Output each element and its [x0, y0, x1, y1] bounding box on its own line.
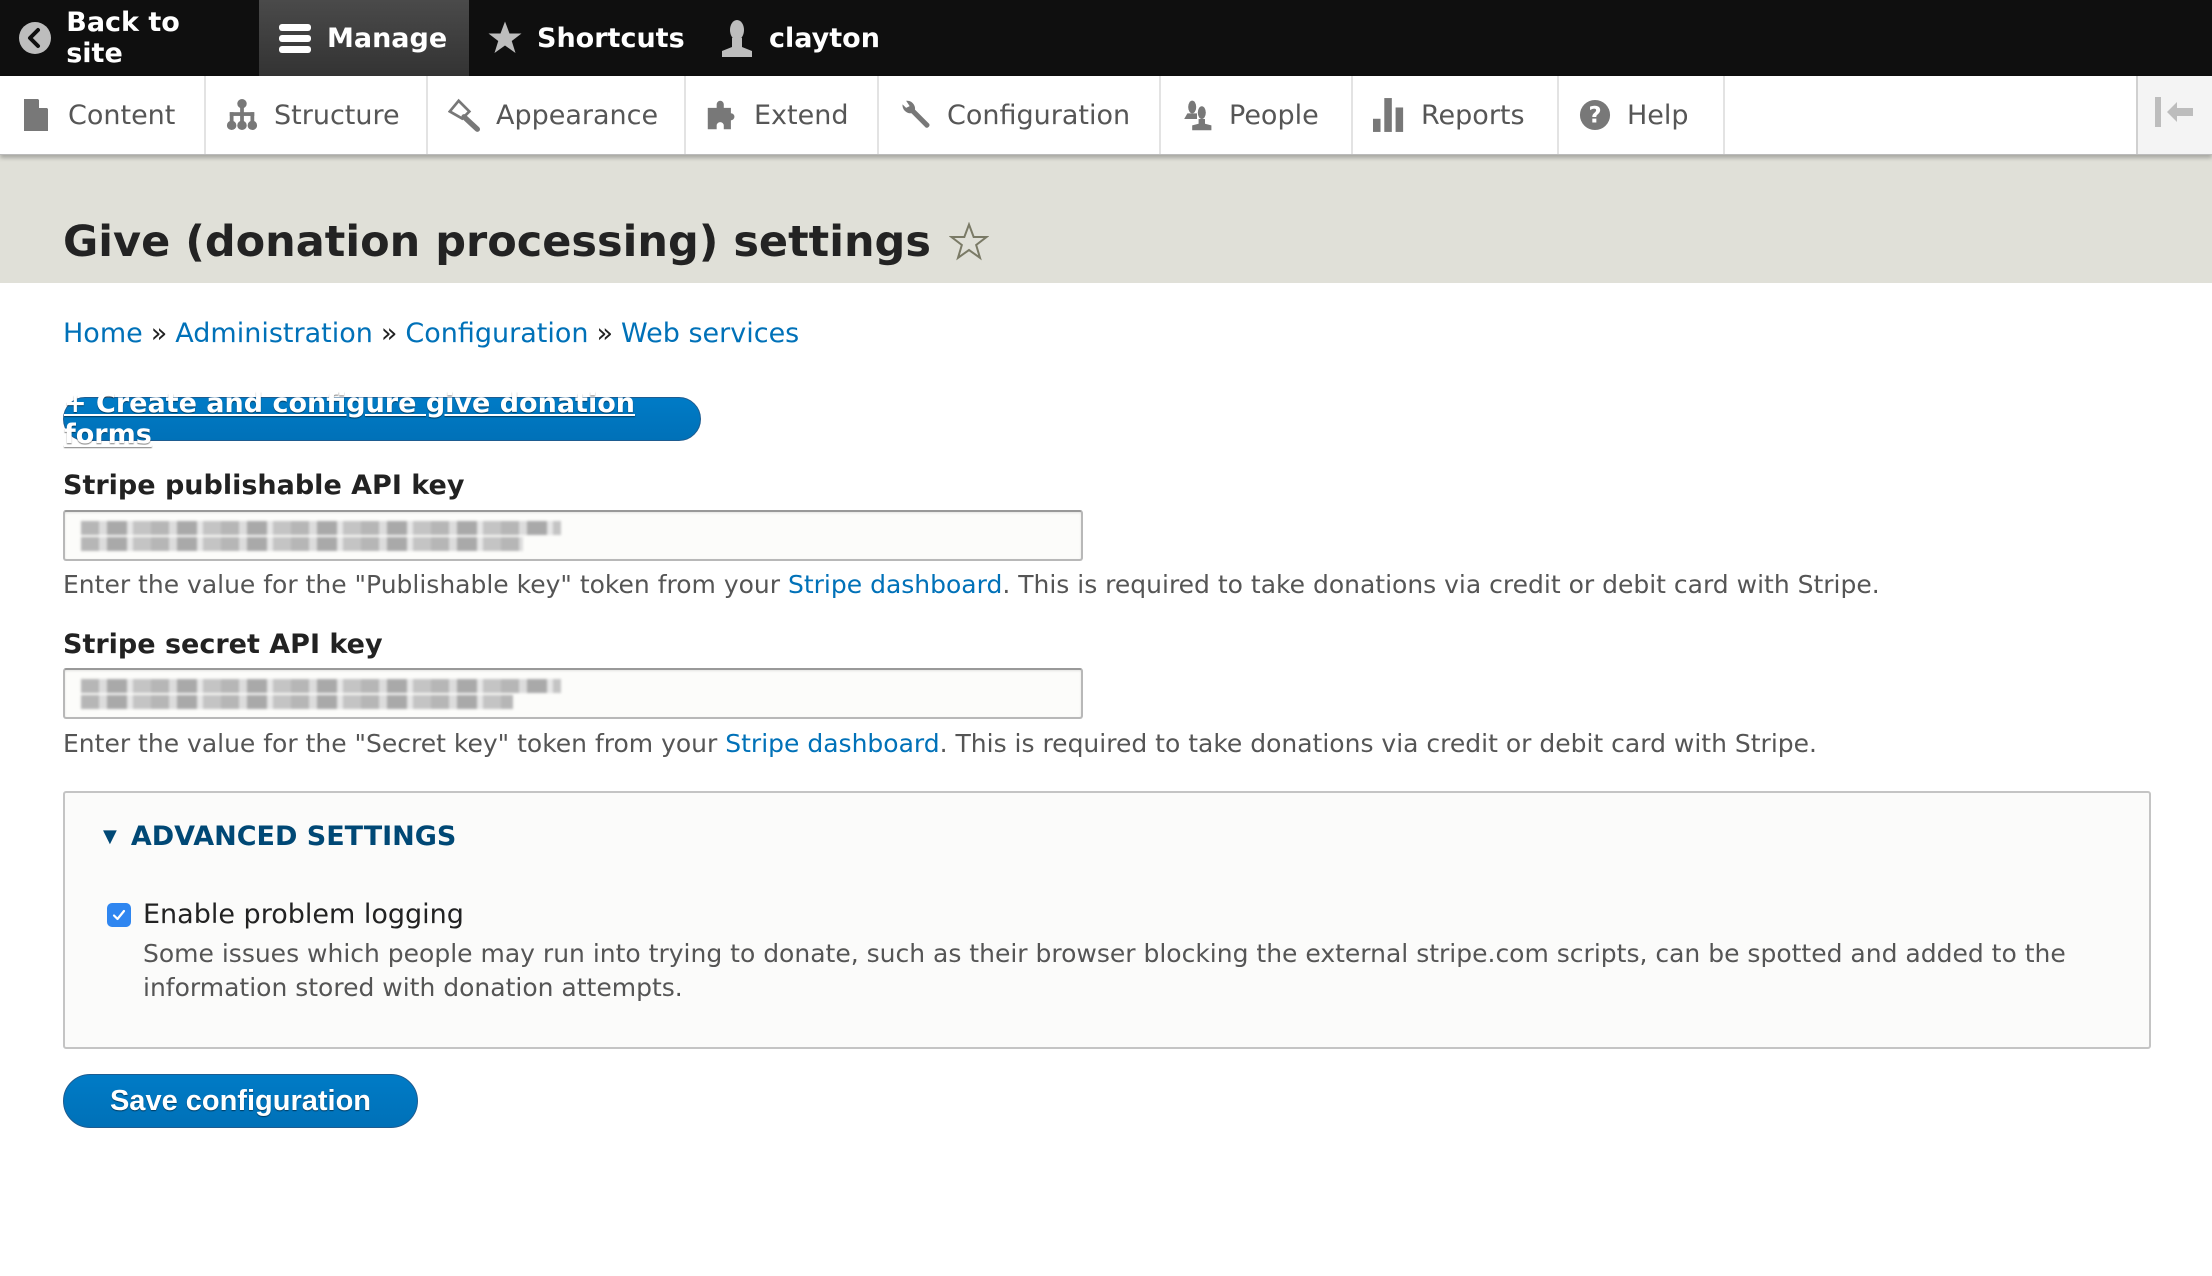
advanced-settings-legend: ADVANCED SETTINGS [130, 821, 457, 852]
create-donation-forms-button[interactable]: + Create and configure give donation for… [63, 388, 701, 450]
stripe-dashboard-link[interactable]: Stripe dashboard [725, 729, 939, 758]
problem-logging-description: Some issues which people may run into tr… [143, 939, 2066, 1002]
tray-item-label: Reports [1421, 99, 1525, 131]
publishable-key-input[interactable] [63, 510, 1083, 561]
user-tab[interactable]: clayton [701, 0, 902, 76]
shortcuts-label: Shortcuts [537, 22, 685, 54]
help-icon: ? [1579, 98, 1611, 132]
tray-item-label: Appearance [496, 99, 659, 131]
breadcrumb: Home» Administration» Configuration» Web se… [63, 318, 799, 349]
manage-tab[interactable]: Manage [259, 0, 469, 76]
breadcrumb-web-services[interactable]: Web services [621, 318, 799, 349]
redacted-value [81, 520, 561, 551]
tray-item-label: People [1229, 99, 1319, 131]
admin-toolbar: Back to site Manage Shortcuts clayton [0, 0, 2212, 76]
page-header: Give (donation processing) settings [0, 155, 2212, 283]
tray-item-label: Configuration [947, 99, 1131, 131]
advanced-settings-toggle[interactable]: ▼ ADVANCED SETTINGS [103, 821, 456, 852]
page-title-text: Give (donation processing) settings [63, 217, 931, 267]
admin-tray: Content Structure Appearance Extend Conf… [0, 76, 2212, 155]
breadcrumb-administration[interactable]: Administration [175, 318, 373, 349]
add-shortcut-star-icon[interactable] [948, 222, 989, 262]
secret-key-help: Enter the value for the "Secret key" tok… [63, 729, 1817, 758]
help-text: Enter the value for the "Secret key" tok… [63, 729, 726, 758]
svg-text:?: ? [1588, 103, 1601, 129]
breadcrumb-configuration[interactable]: Configuration [405, 318, 588, 349]
hamburger-menu-icon [277, 20, 313, 56]
user-icon [719, 20, 755, 57]
collapse-left-icon [2155, 97, 2195, 133]
problem-logging-row: Enable problem logging [107, 899, 464, 930]
tray-item-label: Help [1627, 99, 1689, 131]
save-configuration-button[interactable]: Save configuration [63, 1074, 418, 1128]
secret-key-input[interactable] [63, 668, 1083, 719]
publishable-key-label: Stripe publishable API key [63, 470, 465, 501]
help-text: Enter the value for the "Publishable key… [63, 570, 788, 599]
bar-chart-icon [1373, 98, 1405, 132]
tray-item-help[interactable]: ? Help [1559, 76, 1725, 154]
advanced-settings-fieldset: ▼ ADVANCED SETTINGS Enable problem loggi… [63, 791, 2151, 1049]
paintbrush-icon [448, 98, 480, 132]
publishable-key-help: Enter the value for the "Publishable key… [63, 570, 1880, 599]
tray-item-content[interactable]: Content [0, 76, 206, 154]
breadcrumb-separator: » [596, 318, 614, 349]
tray-item-appearance[interactable]: Appearance [428, 76, 686, 154]
user-label: clayton [769, 22, 880, 54]
problem-logging-label[interactable]: Enable problem logging [143, 899, 464, 930]
breadcrumb-separator: » [380, 318, 398, 349]
help-text: . This is required to take donations via… [1002, 570, 1880, 599]
tray-item-people[interactable]: People [1161, 76, 1353, 154]
people-icon [1181, 98, 1213, 132]
problem-logging-checkbox[interactable] [107, 902, 131, 927]
puzzle-icon [706, 98, 738, 132]
tray-item-structure[interactable]: Structure [206, 76, 428, 154]
tray-item-label: Content [68, 99, 176, 131]
chevron-left-circle-icon [18, 20, 52, 56]
help-text: . This is required to take donations via… [939, 729, 1817, 758]
back-to-site-link[interactable]: Back to site [0, 0, 259, 76]
tray-item-extend[interactable]: Extend [686, 76, 879, 154]
tray-spacer [1725, 76, 2138, 154]
triangle-down-icon: ▼ [103, 826, 117, 847]
tray-item-reports[interactable]: Reports [1353, 76, 1559, 154]
wrench-icon [899, 98, 931, 132]
page-title: Give (donation processing) settings [63, 217, 989, 267]
sitemap-icon [226, 98, 258, 132]
redacted-value [81, 678, 561, 709]
breadcrumb-separator: » [150, 318, 168, 349]
breadcrumb-home[interactable]: Home [63, 318, 143, 349]
checkmark-icon [112, 909, 126, 920]
tray-item-configuration[interactable]: Configuration [879, 76, 1161, 154]
manage-label: Manage [327, 22, 448, 54]
secret-key-label: Stripe secret API key [63, 629, 383, 660]
tray-item-label: Structure [274, 99, 400, 131]
back-to-site-label: Back to site [66, 7, 180, 69]
tray-item-label: Extend [754, 99, 849, 131]
tray-orientation-toggle[interactable] [2138, 76, 2212, 154]
stripe-dashboard-link[interactable]: Stripe dashboard [788, 570, 1002, 599]
shortcuts-tab[interactable]: Shortcuts [469, 0, 701, 76]
star-icon [487, 20, 523, 56]
file-icon [20, 98, 52, 132]
